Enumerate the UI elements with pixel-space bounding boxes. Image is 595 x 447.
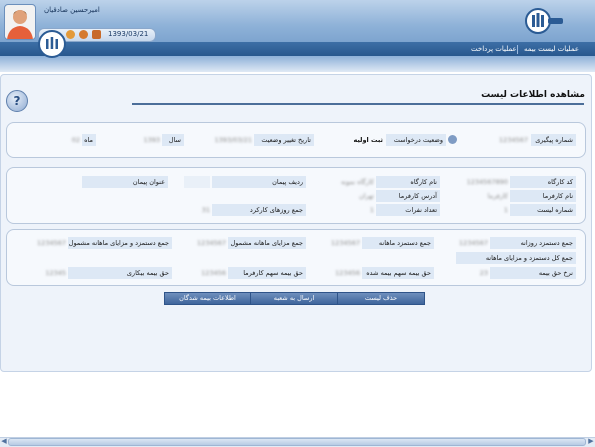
scroll-right-icon[interactable]: ▶ [587, 437, 595, 445]
monthly-benefits-value: 1234567 [197, 239, 226, 247]
org-logo-small-icon [38, 30, 66, 58]
menu-insurance-list[interactable]: عملیات لیست بیمه [520, 44, 583, 55]
people-count-value: 1 [369, 206, 374, 214]
daily-wage-label: جمع دستمزد روزانه [490, 237, 576, 249]
info-icon[interactable] [79, 30, 88, 39]
workshop-code-label: کد کارگاه [510, 176, 576, 188]
menu-payments[interactable]: عملیات پرداخت [467, 44, 521, 55]
wage-benefits-value: 1234567 [37, 239, 66, 247]
delete-list-button[interactable]: حذف لیست [337, 292, 425, 305]
wage-benefits-label: جمع دستمزد و مزایای ماهانه مشمول [68, 237, 172, 249]
employer-share-label: حق بیمه سهم کارفرما [228, 267, 306, 279]
workshop-code-value: 1234567890 [466, 178, 508, 186]
employer-share-value: 123456 [201, 269, 226, 277]
mail-icon[interactable] [92, 30, 101, 39]
employer-name-value: کارفرما [487, 192, 508, 200]
lock-icon[interactable] [66, 30, 75, 39]
request-status-value: ثبت اولیه [353, 136, 383, 144]
month-value: 02 [71, 136, 80, 144]
help-icon[interactable]: ? [6, 90, 28, 112]
work-days-label: جمع روزهای کارکرد [212, 204, 306, 216]
list-number-value: 1 [503, 206, 508, 214]
org-logo-icon [524, 6, 564, 36]
work-days-value: 31 [201, 206, 210, 214]
title-underline [132, 103, 584, 105]
year-label: سال [162, 134, 184, 146]
page-title: مشاهده اطلاعات لیست [481, 90, 585, 100]
user-name: امیرحسین صادقیان [44, 6, 100, 14]
request-status-label: وضعیت درخواست [386, 134, 446, 146]
insurance-rate-label: نرخ حق بیمه [490, 267, 576, 279]
insured-share-label: حق بیمه سهم بیمه شده [362, 267, 434, 279]
contract-row-value [184, 176, 210, 188]
scroll-left-icon[interactable]: ◀ [0, 437, 8, 445]
employer-address-value: تهران [359, 192, 374, 200]
monthly-benefits-label: جمع مزایای ماهانه مشمول [228, 237, 306, 249]
contract-row-label: ردیف پیمان [212, 176, 306, 188]
scrollbar-thumb[interactable] [8, 438, 586, 446]
contract-title-label: عنوان پیمان [82, 176, 168, 188]
workshop-name-value: کارگاه نمونه [341, 178, 374, 186]
workshop-name-label: نام کارگاه [376, 176, 440, 188]
unemployment-value: 12345 [45, 269, 66, 277]
insured-share-value: 123456 [335, 269, 360, 277]
status-info-icon [448, 135, 457, 144]
tracking-value: 1234567 [499, 136, 528, 144]
tracking-label: شماره پیگیری [531, 134, 576, 146]
list-number-label: شماره لیست [510, 204, 576, 216]
avatar-icon [4, 4, 36, 40]
insured-info-button[interactable]: اطلاعات بیمه شدگان [164, 292, 251, 305]
monthly-wage-label: جمع دستمزد ماهانه [362, 237, 434, 249]
header-fade [0, 56, 595, 72]
employer-address-label: آدرس کارفرما [376, 190, 440, 202]
month-label: ماه [82, 134, 96, 146]
total-wage-benefits-label: جمع کل دستمزد و مزایای ماهانه [456, 252, 576, 264]
year-value: 1393 [143, 136, 160, 144]
monthly-wage-value: 1234567 [331, 239, 360, 247]
employer-name-label: نام کارفرما [510, 190, 576, 202]
current-date: 1393/03/21 [108, 30, 149, 38]
send-to-branch-button[interactable]: ارسال به شعبه [250, 292, 338, 305]
status-change-date-label: تاریخ تغییر وضعیت [254, 134, 314, 146]
daily-wage-value: 1234567 [459, 239, 488, 247]
people-count-label: تعداد نفرات [376, 204, 440, 216]
insurance-rate-value: 23 [479, 269, 488, 277]
status-change-date-value: 1393/03/21 [214, 136, 252, 144]
unemployment-label: حق بیمه بیکاری [68, 267, 172, 279]
